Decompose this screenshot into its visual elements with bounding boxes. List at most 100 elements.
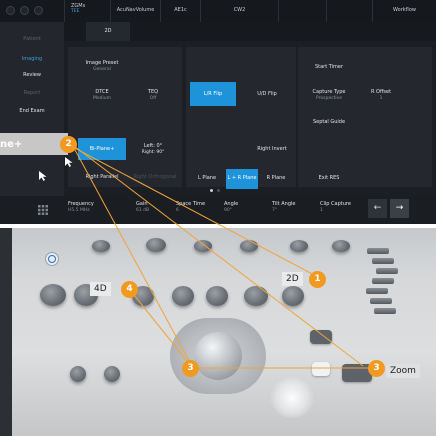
gain-value: 61 dB [136, 207, 150, 213]
frequency-value: H5.5 MHz [68, 207, 90, 213]
gain-label: Gain [136, 201, 148, 207]
control-knob[interactable] [172, 286, 194, 306]
start-timer-button[interactable]: Start Timer [302, 58, 356, 78]
exit-res-button[interactable]: Exit RES [302, 169, 356, 189]
probe-tab-label: AE1c [174, 7, 187, 13]
panel-edge [0, 228, 12, 436]
l-plane-button[interactable]: L Plane [190, 169, 224, 189]
clip-capture-value: 1 [320, 207, 323, 213]
probe-tab-label: CW2 [233, 7, 246, 13]
lower-knob[interactable] [70, 366, 86, 382]
teq-button[interactable]: TEQ Off [128, 84, 178, 106]
probe-tab-cw2[interactable]: CW2 [200, 0, 278, 22]
ud-flip-button[interactable]: U/D Flip [244, 82, 290, 106]
light-glare [270, 378, 314, 418]
r-offset-button[interactable]: R Offset 1 [358, 84, 404, 106]
dtce-button[interactable]: DTCE Medium [74, 84, 130, 106]
page-dot[interactable] [217, 189, 220, 192]
top-knob[interactable] [290, 240, 308, 252]
four-d-label: 4D [90, 282, 111, 296]
image-preset-value: General [93, 66, 111, 72]
tgc-slider[interactable] [374, 308, 396, 314]
lr-plane-button[interactable]: L + R Plane [226, 169, 258, 189]
left-right-angle-button[interactable]: Left: 0° Right: 90° [130, 138, 176, 160]
capture-type-value: Prospective [315, 95, 343, 101]
top-knob[interactable] [194, 240, 212, 252]
zoom-label: Zoom [386, 364, 420, 378]
sidebar: Patient Imaging Review Report End Exam [0, 22, 64, 224]
control-knob[interactable] [244, 286, 268, 306]
frequency-control[interactable]: Frequency H5.5 MHz [68, 201, 94, 213]
two-d-knob[interactable] [282, 286, 304, 306]
middle-panel [186, 47, 296, 187]
image-preset-button[interactable]: Image Preset General [74, 55, 130, 77]
sidebar-item-patient[interactable]: Patient [0, 36, 64, 42]
left-angle-label: Left: 0° [143, 143, 163, 149]
r-plane-button[interactable]: R Plane [260, 169, 292, 189]
probe-tab[interactable]: ZGMs TEE [64, 0, 110, 22]
top-knob[interactable] [92, 240, 110, 252]
next-arrow-button[interactable]: → [390, 199, 409, 218]
pointer-arrow-icon [39, 171, 47, 181]
window-control-icon[interactable] [20, 6, 29, 15]
mode-tab-strip: 2D [64, 22, 436, 41]
probe-tab-empty[interactable] [278, 0, 326, 22]
ultrasound-controls-figure: ZGMs TEE AcuNavVolume AE1c CW2 Workflow … [0, 0, 436, 436]
sidebar-item-end-exam[interactable]: End Exam [0, 108, 64, 114]
probe-tab-acunav[interactable]: AcuNavVolume [110, 0, 160, 22]
freeze-key[interactable] [310, 330, 332, 344]
clip-capture-control[interactable]: Clip Capture 1 [320, 201, 351, 213]
top-knob[interactable] [332, 240, 350, 252]
window-control-icon[interactable] [6, 6, 15, 15]
gain-knob[interactable] [40, 284, 66, 306]
angle-control[interactable]: Angle 90° [224, 201, 238, 213]
tgc-slider[interactable] [376, 268, 398, 274]
capture-type-button[interactable]: Capture Type Prospective [302, 84, 356, 106]
r-offset-value: 1 [379, 95, 383, 101]
tgc-slider[interactable] [367, 248, 389, 254]
biplane-button[interactable]: Bi-Plane+ [78, 138, 126, 160]
tgc-slider[interactable] [370, 298, 392, 304]
step-badge-4: 4 [121, 281, 138, 298]
angle-value: 90° [224, 207, 232, 213]
right-parallel-button[interactable]: Right Parallel [78, 170, 126, 188]
sidebar-item-imaging[interactable]: Imaging [0, 56, 64, 62]
space-time-control[interactable]: Space Time 6 [176, 201, 205, 213]
tgc-slider[interactable] [366, 288, 388, 294]
teq-value: Off [149, 95, 157, 101]
septal-guide-button[interactable]: Septal Guide [302, 114, 356, 132]
tilt-angle-control[interactable]: Tilt Angle 7° [272, 201, 295, 213]
top-knob[interactable] [240, 240, 258, 252]
function-key[interactable] [312, 362, 330, 376]
probe-tab-empty[interactable] [326, 0, 372, 22]
window-control-icon[interactable] [34, 6, 43, 15]
gain-control[interactable]: Gain 61 dB [136, 201, 149, 213]
grid-icon[interactable] [38, 205, 48, 215]
two-d-label: 2D [282, 272, 303, 286]
control-knob[interactable] [206, 286, 228, 306]
step-badge-3b: 3 [368, 360, 385, 377]
page-dot-active[interactable] [210, 189, 213, 192]
dtce-value: Medium [93, 95, 111, 101]
probe-tab-ae1c[interactable]: AE1c [160, 0, 200, 22]
lr-flip-button[interactable]: L/R Flip [190, 82, 236, 106]
right-orthogonal-button[interactable]: Right Orthogonal [126, 170, 184, 188]
r-offset-label: R Offset [370, 89, 392, 95]
back-arrow-button[interactable]: ← [368, 199, 387, 218]
tgc-slider[interactable] [372, 258, 394, 264]
space-time-label: Space Time [176, 201, 206, 207]
lower-knob[interactable] [104, 366, 120, 382]
sidebar-item-review[interactable]: Review [0, 72, 64, 78]
tilt-angle-label: Tilt Angle [272, 201, 296, 207]
top-knob[interactable] [146, 238, 166, 252]
tab-2d[interactable]: 2D [86, 22, 130, 41]
probe-sub: TEE [71, 9, 80, 15]
right-invert-button[interactable]: Right Invert [244, 143, 300, 159]
trackball[interactable] [194, 332, 242, 380]
workflow-button[interactable]: Workflow [372, 0, 436, 22]
sidebar-item-report[interactable]: Report [0, 90, 64, 96]
frequency-label: Frequency [68, 201, 94, 207]
space-time-value: 6 [176, 207, 179, 213]
tgc-slider[interactable] [372, 278, 394, 284]
biplane-callout-text: ne+ [0, 139, 23, 150]
